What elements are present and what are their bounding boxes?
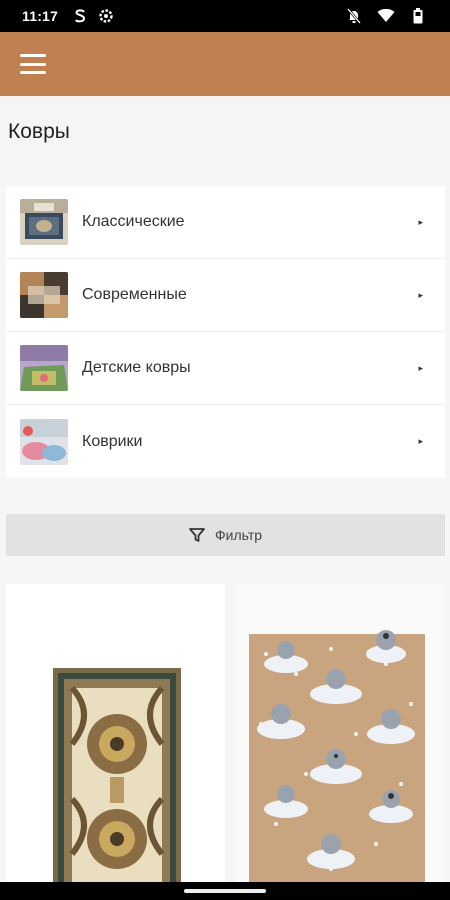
small-rug-thumbnail [20,418,68,465]
hamburger-menu-icon[interactable] [20,54,46,74]
wifi-icon [376,6,396,26]
ornamental-beige-rug-image [53,668,181,894]
category-item-classic[interactable]: Классические ▸ [6,186,445,259]
kids-rug-thumbnail [20,345,68,391]
category-item-kids[interactable]: Детские ковры ▸ [6,332,445,405]
product-card[interactable] [6,584,225,894]
settings-icon [96,6,116,26]
category-label: Классические [82,213,185,230]
category-label: Детские ковры [82,359,191,376]
status-bar: 11:17 [0,0,450,32]
kids-cartoon-rug-image [249,630,425,894]
status-time: 11:17 [22,8,59,24]
category-label: Современные [82,286,187,303]
category-list: Классические ▸ Современные ▸ Детские ков… [6,186,445,478]
s-badge-icon [70,6,90,26]
app-bar [0,32,450,96]
category-item-modern[interactable]: Современные ▸ [6,259,445,332]
product-grid [6,584,445,894]
chevron-right-icon: ▸ [418,362,423,373]
chevron-right-icon: ▸ [418,436,423,446]
modern-rug-thumbnail [20,272,68,318]
navigation-handle[interactable] [0,882,450,900]
bell-off-icon [344,6,364,26]
category-label: Коврики [82,432,143,450]
battery-icon [408,6,428,26]
product-card[interactable] [236,584,445,894]
chevron-right-icon: ▸ [418,216,423,227]
chevron-right-icon: ▸ [418,289,423,300]
filter-button[interactable]: Фильтр [6,514,445,556]
page-title: Ковры [0,96,450,168]
filter-label: Фильтр [214,527,263,543]
classic-rug-thumbnail [20,199,68,245]
category-item-small-rugs[interactable]: Коврики ▸ [6,405,445,478]
filter-icon [189,527,205,543]
